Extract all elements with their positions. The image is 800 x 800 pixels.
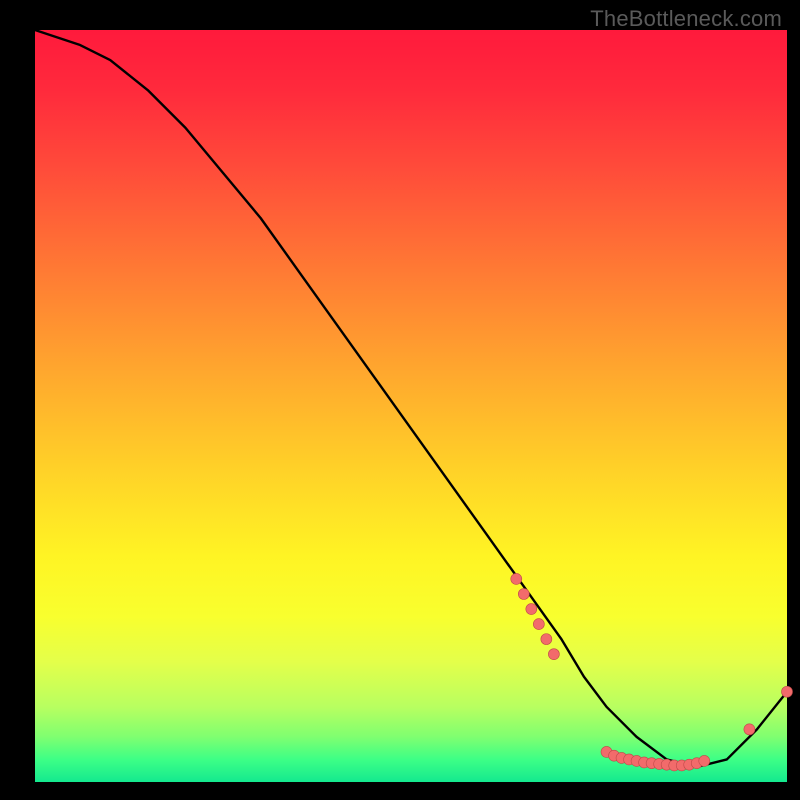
watermark-label: TheBottleneck.com bbox=[590, 6, 782, 32]
bottleneck-curve bbox=[35, 30, 787, 767]
curve-marker bbox=[548, 649, 559, 660]
curve-marker bbox=[699, 755, 710, 766]
curve-marker bbox=[744, 724, 755, 735]
curve-marker bbox=[533, 619, 544, 630]
curve-marker bbox=[511, 573, 522, 584]
plot-area bbox=[35, 30, 787, 782]
chart-stage: TheBottleneck.com bbox=[0, 0, 800, 800]
curve-marker bbox=[782, 686, 793, 697]
curve-marker bbox=[541, 634, 552, 645]
curve-marker bbox=[526, 604, 537, 615]
curve-markers bbox=[511, 573, 793, 771]
curve-marker bbox=[518, 589, 529, 600]
chart-svg bbox=[35, 30, 787, 782]
